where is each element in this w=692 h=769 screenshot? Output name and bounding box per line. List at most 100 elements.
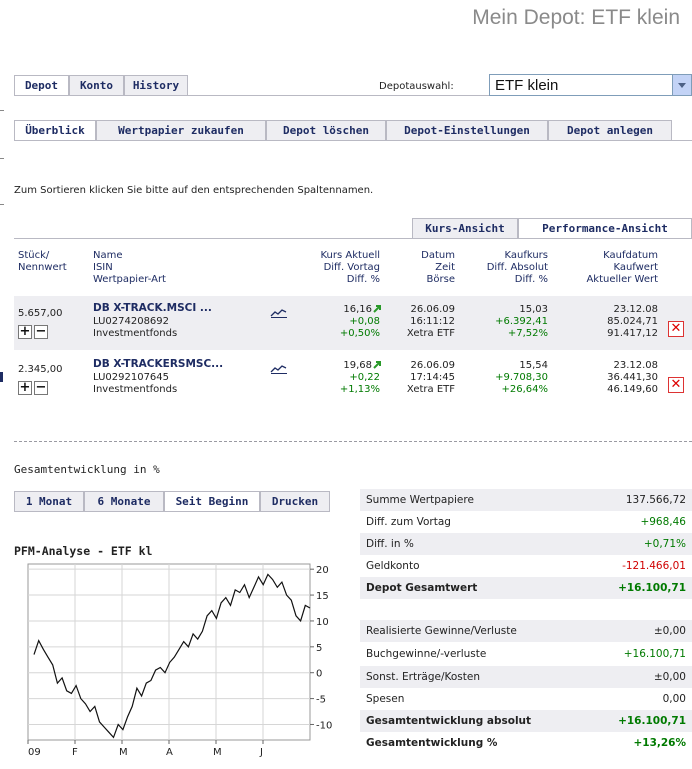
col-header-kaufdatum[interactable]: Kaufdatum Kaufwert Aktueller Wert <box>560 250 658 286</box>
y-tick-label: 0 <box>316 669 322 680</box>
tab-depot[interactable]: Depot <box>14 75 69 95</box>
summary-label: Sonst. Erträge/Kosten <box>366 671 480 683</box>
col-header-kurs[interactable]: Kurs Aktuell Diff. Vortag Diff. % <box>280 250 381 286</box>
tab-konto[interactable]: Konto <box>69 75 124 95</box>
kurs-aktuell: 19,68 <box>343 360 372 371</box>
minus-button[interactable]: − <box>34 381 48 395</box>
tab-history[interactable]: History <box>124 75 188 95</box>
col-header-stueck[interactable]: Stück/Nennwert <box>18 250 67 274</box>
subtabs-underline <box>14 140 692 141</box>
boerse: Xetra ETF <box>406 328 455 339</box>
tab-depot-loeschen[interactable]: Depot löschen <box>266 120 386 140</box>
y-tick-label: 20 <box>316 565 329 576</box>
tab-seit-beginn[interactable]: Seit Beginn <box>164 491 260 511</box>
kaufkurs: 15,03 <box>519 304 548 315</box>
edge-mark <box>0 110 4 111</box>
depot-select-value: ETF klein <box>495 77 559 94</box>
edge-mark <box>0 158 4 159</box>
tab-6-monate[interactable]: 6 Monate <box>84 491 164 511</box>
summary-row: Realisierte Gewinne/Verluste ±0,00 <box>360 620 692 642</box>
security-type: Investmentfonds <box>93 328 178 339</box>
summary-row: Gesamtentwicklung % +13,26% <box>360 732 692 754</box>
delete-x-icon[interactable]: ✕ <box>668 377 684 393</box>
isin: LU0292107645 <box>93 372 170 383</box>
arrow-up-icon <box>373 304 381 316</box>
summary-label: Gesamtentwicklung % <box>366 737 498 749</box>
x-tick-label: 09 <box>28 747 41 758</box>
depot-select[interactable]: ETF klein <box>489 74 692 96</box>
tab-ueberblick[interactable]: Überblick <box>14 120 96 140</box>
summary-label: Spesen <box>366 693 405 705</box>
summary-row: Diff. zum Vortag +968,46 <box>360 511 692 533</box>
viewtabs-underline <box>14 238 692 239</box>
y-tick-label: 15 <box>316 591 329 602</box>
summary-value: +16.100,71 <box>618 715 686 727</box>
minus-button[interactable]: − <box>34 325 48 339</box>
datum: 26.06.09 <box>410 304 455 315</box>
tab-wertpapier-zukaufen[interactable]: Wertpapier zukaufen <box>96 120 266 140</box>
kaufdatum: 23.12.08 <box>613 360 658 371</box>
summary-label: Gesamtentwicklung absolut <box>366 715 532 727</box>
aktueller-wert: 91.417,12 <box>607 328 658 339</box>
summary-value: +16.100,71 <box>618 582 686 594</box>
x-tick-label: J <box>259 747 263 758</box>
page-title: Mein Depot: ETF klein <box>472 6 680 29</box>
boerse: Xetra ETF <box>406 384 455 395</box>
arrow-up-icon <box>373 360 381 372</box>
summary-value: ±0,00 <box>653 625 686 637</box>
divider <box>14 441 692 442</box>
col-header-name[interactable]: Name ISIN Wertpapier-Art <box>93 250 166 286</box>
kaufkurs: 15,54 <box>519 360 548 371</box>
summary-value: +13,26% <box>633 737 686 749</box>
diff-vortag: +0,08 <box>349 316 380 327</box>
summary-label: Diff. zum Vortag <box>366 516 451 528</box>
summary-value: 0,00 <box>662 693 686 705</box>
x-tick-label: A <box>166 747 173 758</box>
datum: 26.06.09 <box>410 360 455 371</box>
security-type: Investmentfonds <box>93 384 178 395</box>
summary-row: Depot Gesamtwert +16.100,71 <box>360 577 692 599</box>
qty: 5.657,00 <box>18 308 63 319</box>
tab-drucken[interactable]: Drucken <box>260 491 330 511</box>
tab-performance-ansicht[interactable]: Performance-Ansicht <box>518 218 692 238</box>
edge-marker <box>0 372 3 382</box>
tab-depot-einstellungen[interactable]: Depot-Einstellungen <box>386 120 548 140</box>
diff-pct: +0,50% <box>339 328 380 339</box>
gesamt-tabs-underline <box>14 511 330 512</box>
col-header-kaufkurs[interactable]: Kaufkurs Diff. Absolut Diff. % <box>460 250 548 286</box>
x-tick-label: M <box>213 747 222 758</box>
summary-row: Sonst. Erträge/Kosten ±0,00 <box>360 666 692 688</box>
plus-button[interactable]: + <box>18 325 32 339</box>
summary-value: +968,46 <box>640 516 686 528</box>
summary-value: -121.466,01 <box>622 560 686 572</box>
chevron-down-icon[interactable] <box>672 75 691 95</box>
tab-1-monat[interactable]: 1 Monat <box>14 491 84 511</box>
zeit: 17:14:45 <box>410 372 455 383</box>
col-header-datum[interactable]: Datum Zeit Börse <box>400 250 455 286</box>
delete-x-icon[interactable]: ✕ <box>668 321 684 337</box>
y-tick-label: -10 <box>316 720 332 731</box>
y-tick-label: -5 <box>316 695 326 706</box>
tab-depot-anlegen[interactable]: Depot anlegen <box>548 120 672 140</box>
y-tick-label: 5 <box>316 643 322 654</box>
depot-select-label: Depotauswahl: <box>379 81 454 92</box>
y-tick-label: 10 <box>316 617 329 628</box>
zeit: 16:11:12 <box>410 316 455 327</box>
security-name-link[interactable]: DB X-TRACKERSMSC... <box>93 358 223 370</box>
diff-pct: +1,13% <box>339 384 380 395</box>
summary-row: Gesamtentwicklung absolut +16.100,71 <box>360 710 692 732</box>
diff-pct-kauf: +7,52% <box>507 328 548 339</box>
diff-vortag: +0,22 <box>349 372 380 383</box>
plus-button[interactable]: + <box>18 381 32 395</box>
security-name-link[interactable]: DB X-TRACK.MSCI ... <box>93 302 212 314</box>
table-row: 2.345,00 + − DB X-TRACKERSMSC... LU02921… <box>14 352 692 406</box>
kaufwert: 85.024,71 <box>607 316 658 327</box>
edge-mark <box>0 204 4 205</box>
summary-label: Depot Gesamtwert <box>366 582 478 594</box>
summary-value: 137.566,72 <box>625 494 686 506</box>
summary-value: +0,71% <box>643 538 686 550</box>
kurs-aktuell: 16,16 <box>343 304 372 315</box>
kaufwert: 36.441,30 <box>607 372 658 383</box>
tab-kurs-ansicht[interactable]: Kurs-Ansicht <box>412 218 518 238</box>
kaufdatum: 23.12.08 <box>613 304 658 315</box>
